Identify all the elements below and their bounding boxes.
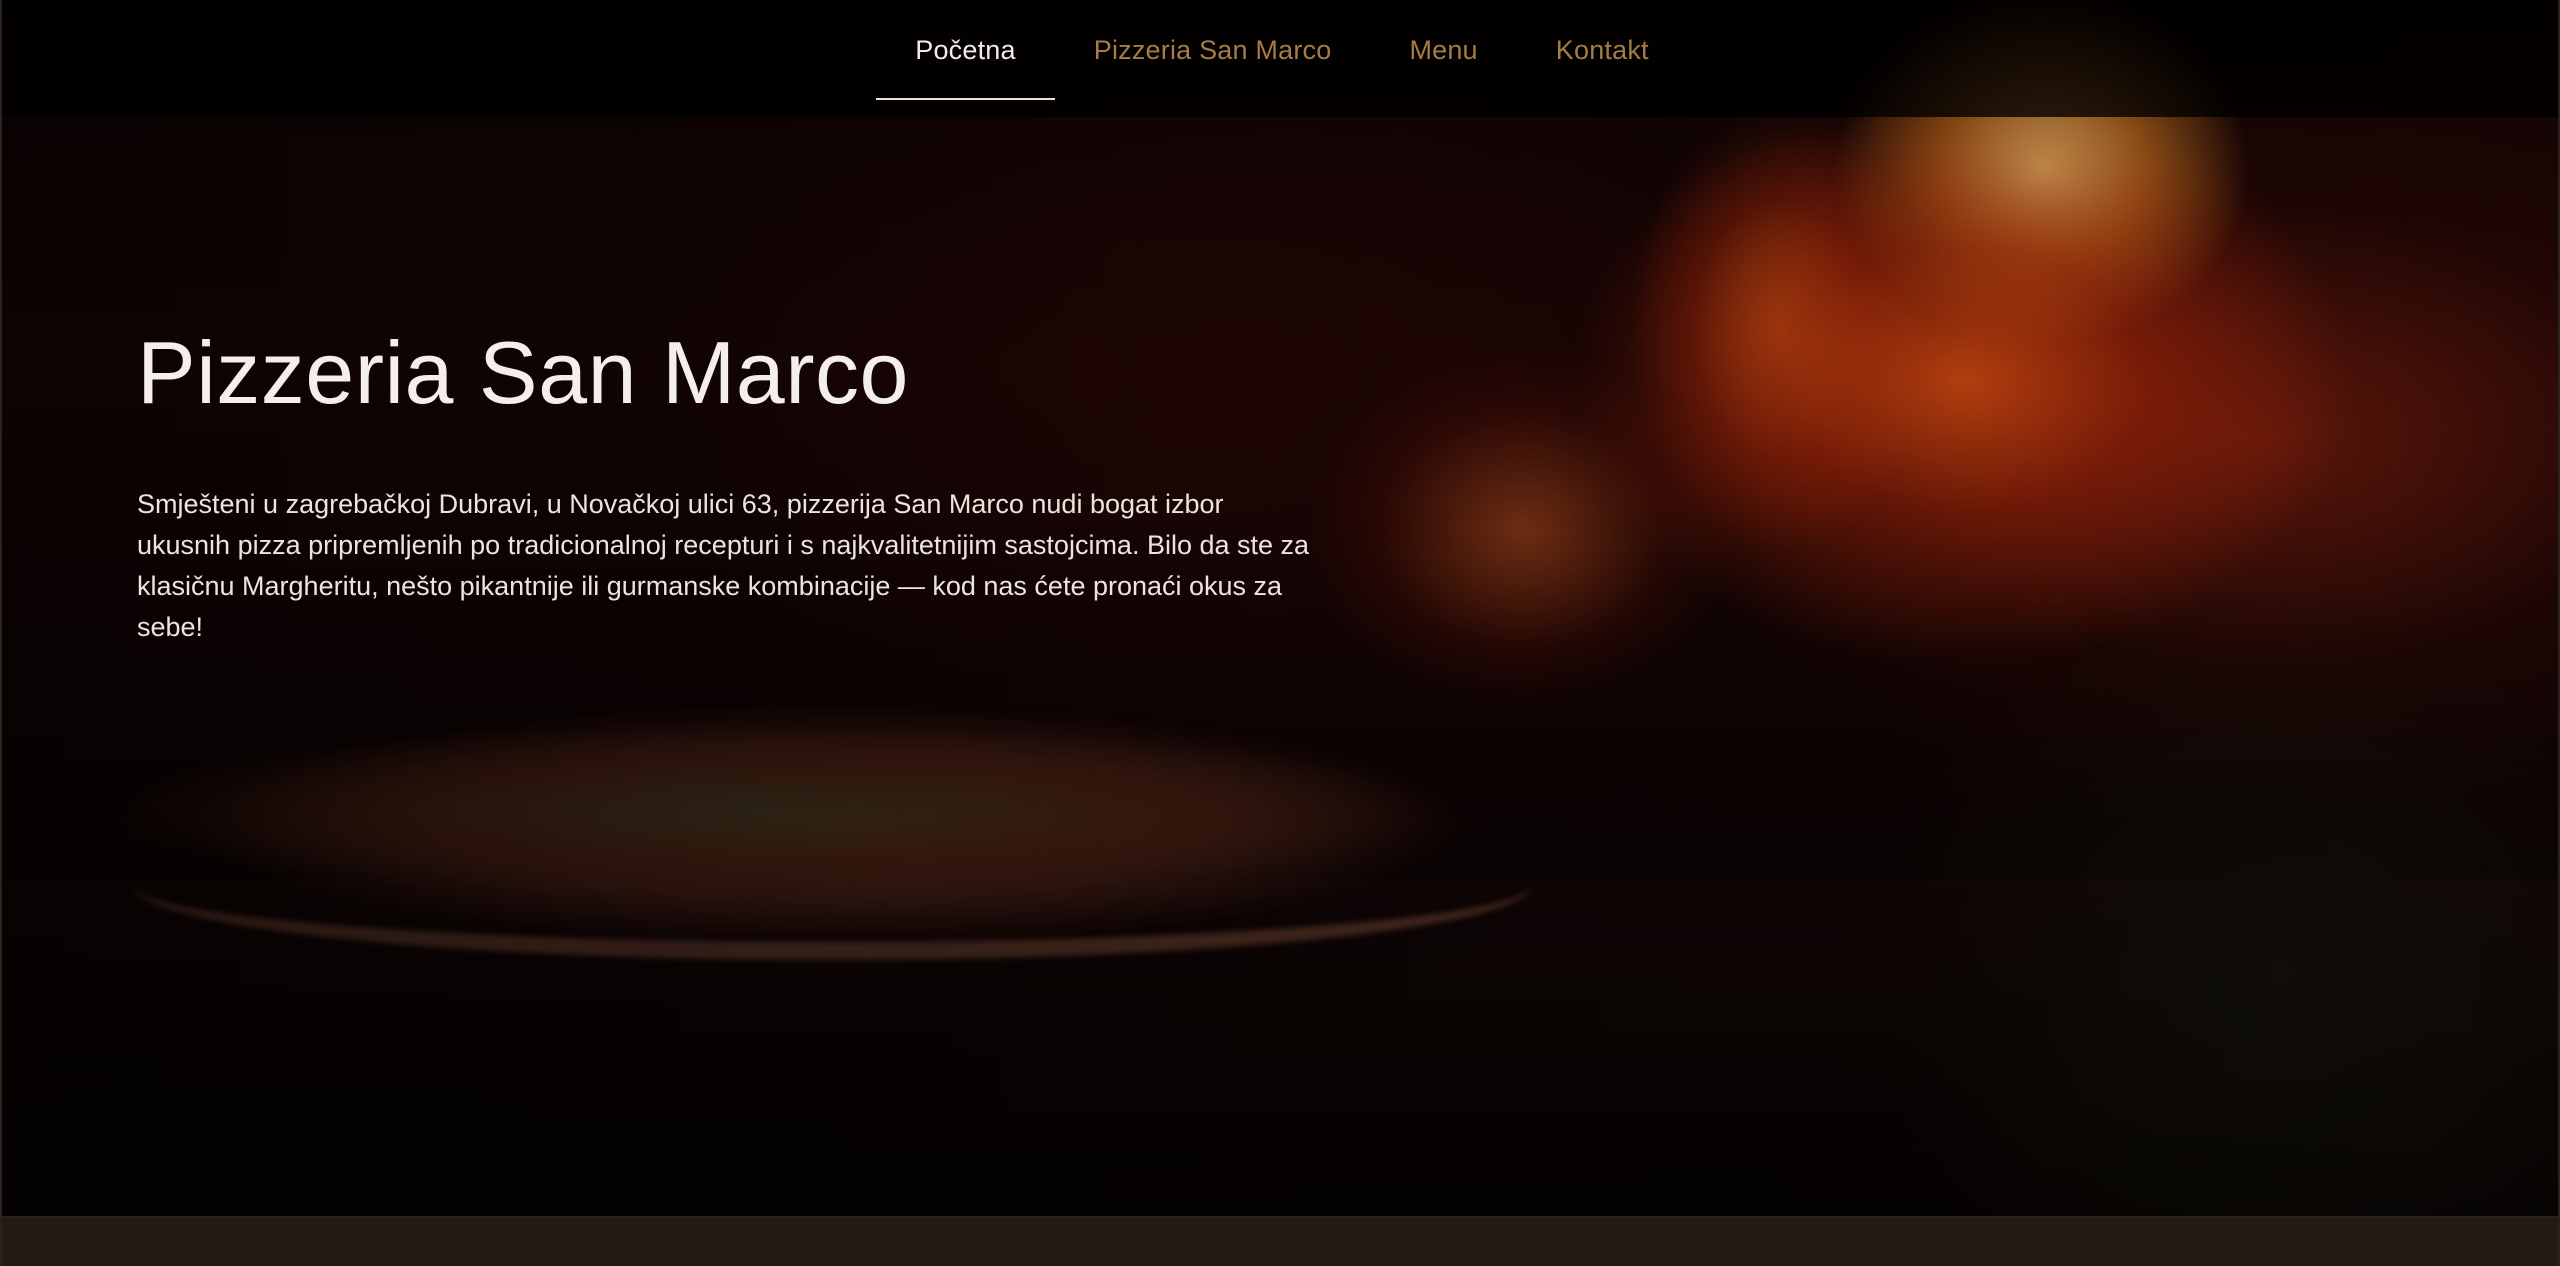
nav-item-kontakt[interactable]: Kontakt — [1517, 0, 1688, 100]
main-navigation: Početna Pizzeria San Marco Menu Kontakt — [2, 0, 2558, 117]
page: Početna Pizzeria San Marco Menu Kontakt … — [0, 0, 2560, 1266]
hero-description: Smješteni u zagrebačkoj Dubravi, u Novač… — [137, 488, 1310, 642]
nav-item-menu[interactable]: Menu — [1370, 0, 1516, 100]
nav-item-pizzeria-san-marco[interactable]: Pizzeria San Marco — [1055, 0, 1371, 100]
hero-section: Pizzeria San Marco Smješteni u zagrebačk… — [137, 323, 1317, 648]
nav-item-pocetna[interactable]: Početna — [876, 0, 1056, 100]
nav-list: Početna Pizzeria San Marco Menu Kontakt — [876, 0, 1688, 100]
hero-title: Pizzeria San Marco — [137, 323, 909, 422]
next-section-strip — [2, 1216, 2558, 1266]
